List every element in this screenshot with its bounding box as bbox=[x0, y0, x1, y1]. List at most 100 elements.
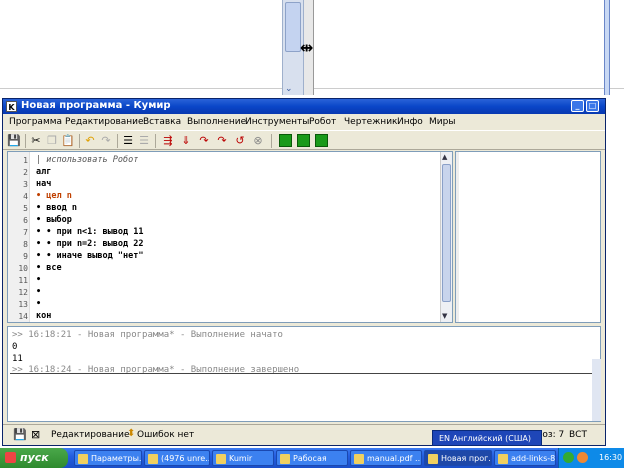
code-line[interactable]: • bbox=[36, 299, 41, 309]
robot-window-icon[interactable] bbox=[297, 134, 310, 147]
step-into-icon[interactable]: ↷ bbox=[197, 134, 211, 148]
chevron-down-icon[interactable]: ⌄ bbox=[285, 84, 293, 94]
mode-label: Редактирование bbox=[51, 430, 130, 440]
save-icon[interactable]: 💾 bbox=[7, 134, 21, 148]
code-line[interactable]: • ввод n bbox=[36, 203, 77, 213]
taskbar-item[interactable]: add-links-8-... bbox=[494, 450, 556, 466]
start-label: пуск bbox=[20, 451, 49, 464]
line-number: 11 bbox=[18, 276, 28, 285]
scrollbar-thumb[interactable] bbox=[442, 164, 451, 302]
undo-icon[interactable]: ↶ bbox=[83, 134, 97, 148]
document-icon bbox=[498, 454, 508, 464]
output-value: 11 bbox=[12, 354, 23, 364]
resize-cursor-icon: ⇹ bbox=[300, 38, 314, 57]
menu-bar: Программа Редактирование Вставка Выполне… bbox=[3, 115, 605, 129]
run-icon[interactable]: ⇶ bbox=[161, 134, 175, 148]
step-over-icon[interactable]: ↷ bbox=[215, 134, 229, 148]
tray-icon[interactable] bbox=[577, 452, 588, 463]
code-line[interactable]: • • иначе вывод "нет" bbox=[36, 251, 143, 261]
line-number: 7 bbox=[23, 228, 28, 237]
taskbar-item-active[interactable]: Новая прог... bbox=[424, 450, 492, 466]
code-line[interactable]: • все bbox=[36, 263, 62, 273]
tray-icon[interactable] bbox=[563, 452, 574, 463]
menu-insert[interactable]: Вставка bbox=[143, 117, 181, 127]
line-number: 2 bbox=[23, 168, 28, 177]
errors-label: Ошибок нет bbox=[137, 430, 195, 440]
indent-icon[interactable]: ☰ bbox=[121, 134, 135, 148]
background-right-scrollbar[interactable] bbox=[604, 0, 610, 95]
line-number: 13 bbox=[18, 300, 28, 309]
menu-robot[interactable]: Робот bbox=[309, 117, 336, 127]
toolbar-separator bbox=[271, 134, 272, 148]
drawer-window-icon[interactable] bbox=[315, 134, 328, 147]
folder-icon bbox=[280, 454, 290, 464]
line-number: 12 bbox=[18, 288, 28, 297]
menu-drawer[interactable]: Чертежник bbox=[344, 117, 397, 127]
output-scrollbar[interactable] bbox=[592, 359, 601, 421]
output-console[interactable]: >> 16:18:21 - Новая программа* - Выполне… bbox=[7, 326, 601, 422]
app-icon bbox=[78, 454, 88, 464]
menu-program[interactable]: Программа bbox=[9, 117, 62, 127]
scroll-down-icon[interactable]: ▼ bbox=[442, 312, 447, 320]
code-line[interactable]: | использовать Робот bbox=[36, 155, 138, 165]
close-button[interactable] bbox=[601, 100, 603, 112]
taskbar-item[interactable]: manual.pdf ... bbox=[350, 450, 422, 466]
scrollbar-thumb[interactable] bbox=[285, 2, 301, 52]
system-tray: 16:30 bbox=[558, 448, 624, 468]
code-line[interactable]: • • при n=2: вывод 22 bbox=[36, 239, 143, 249]
panel-splitter[interactable] bbox=[456, 152, 459, 322]
app-icon bbox=[148, 454, 158, 464]
kumir-window: K Новая программа - Кумир _ □ Программа … bbox=[2, 98, 606, 446]
code-line[interactable]: • цел n bbox=[36, 191, 72, 201]
code-line[interactable]: кон bbox=[36, 311, 51, 321]
editor-scrollbar[interactable]: ▲ ▼ bbox=[440, 152, 452, 322]
taskbar-item[interactable]: Рабосая bbox=[276, 450, 348, 466]
grid-icon[interactable] bbox=[279, 134, 292, 147]
taskbar: пуск Параметры... (4976 unre... Kumir Ра… bbox=[0, 448, 624, 468]
menu-edit[interactable]: Редактирование bbox=[65, 117, 144, 127]
title-bar[interactable]: K Новая программа - Кумир _ □ bbox=[3, 99, 605, 114]
copy-icon[interactable]: ❐ bbox=[45, 134, 59, 148]
scroll-up-icon[interactable]: ▲ bbox=[442, 153, 447, 161]
code-line[interactable]: • • при n<1: вывод 11 bbox=[36, 227, 143, 237]
taskbar-item-label: manual.pdf ... bbox=[367, 454, 422, 463]
clock[interactable]: 16:30 bbox=[599, 453, 622, 462]
taskbar-item-label: Параметры... bbox=[91, 454, 142, 463]
step-out-icon[interactable]: ↺ bbox=[233, 134, 247, 148]
line-number-gutter: 1 2 3 4 5 6 7 8 9 10 11 12 13 14 bbox=[8, 152, 30, 322]
code-line[interactable]: • выбор bbox=[36, 215, 72, 225]
save-icon[interactable]: 💾 bbox=[13, 428, 27, 441]
line-number: 5 bbox=[23, 204, 28, 213]
menu-worlds[interactable]: Миры bbox=[429, 117, 455, 127]
unindent-icon[interactable]: ☰ bbox=[137, 134, 151, 148]
code-editor[interactable]: 1 2 3 4 5 6 7 8 9 10 11 12 13 14 | испол… bbox=[7, 151, 453, 323]
taskbar-item-label: Новая прог... bbox=[441, 454, 492, 463]
code-line[interactable]: нач bbox=[36, 179, 51, 189]
taskbar-item[interactable]: Параметры... bbox=[74, 450, 142, 466]
output-value: 0 bbox=[12, 342, 18, 352]
code-line[interactable]: алг bbox=[36, 167, 51, 177]
toolbar-separator bbox=[25, 134, 26, 148]
cut-icon[interactable]: ✂ bbox=[29, 134, 43, 148]
minimize-button[interactable]: _ bbox=[571, 100, 584, 112]
line-number: 3 bbox=[23, 180, 28, 189]
redo-icon[interactable]: ↷ bbox=[99, 134, 113, 148]
code-line[interactable]: • bbox=[36, 287, 41, 297]
code-line[interactable]: • bbox=[36, 275, 41, 285]
menu-info[interactable]: Инфо bbox=[397, 117, 423, 127]
stop-icon[interactable]: ⊗ bbox=[251, 134, 265, 148]
language-bar[interactable]: EN Английский (США) bbox=[432, 430, 542, 446]
close-file-icon[interactable]: ⊠ bbox=[31, 428, 40, 441]
taskbar-item[interactable]: Kumir bbox=[212, 450, 274, 466]
step-icon[interactable]: ⇓ bbox=[179, 134, 193, 148]
menu-run[interactable]: Выполнение bbox=[187, 117, 246, 127]
line-number: 6 bbox=[23, 216, 28, 225]
insert-mode: ВСТ bbox=[569, 430, 587, 440]
maximize-button[interactable]: □ bbox=[586, 100, 599, 112]
start-button[interactable]: пуск bbox=[0, 448, 68, 468]
app-icon[interactable]: K bbox=[6, 101, 17, 112]
taskbar-item[interactable]: (4976 unre... bbox=[144, 450, 210, 466]
menu-tools[interactable]: Инструменты bbox=[245, 117, 309, 127]
pdf-icon bbox=[354, 454, 364, 464]
paste-icon[interactable]: 📋 bbox=[61, 134, 75, 148]
